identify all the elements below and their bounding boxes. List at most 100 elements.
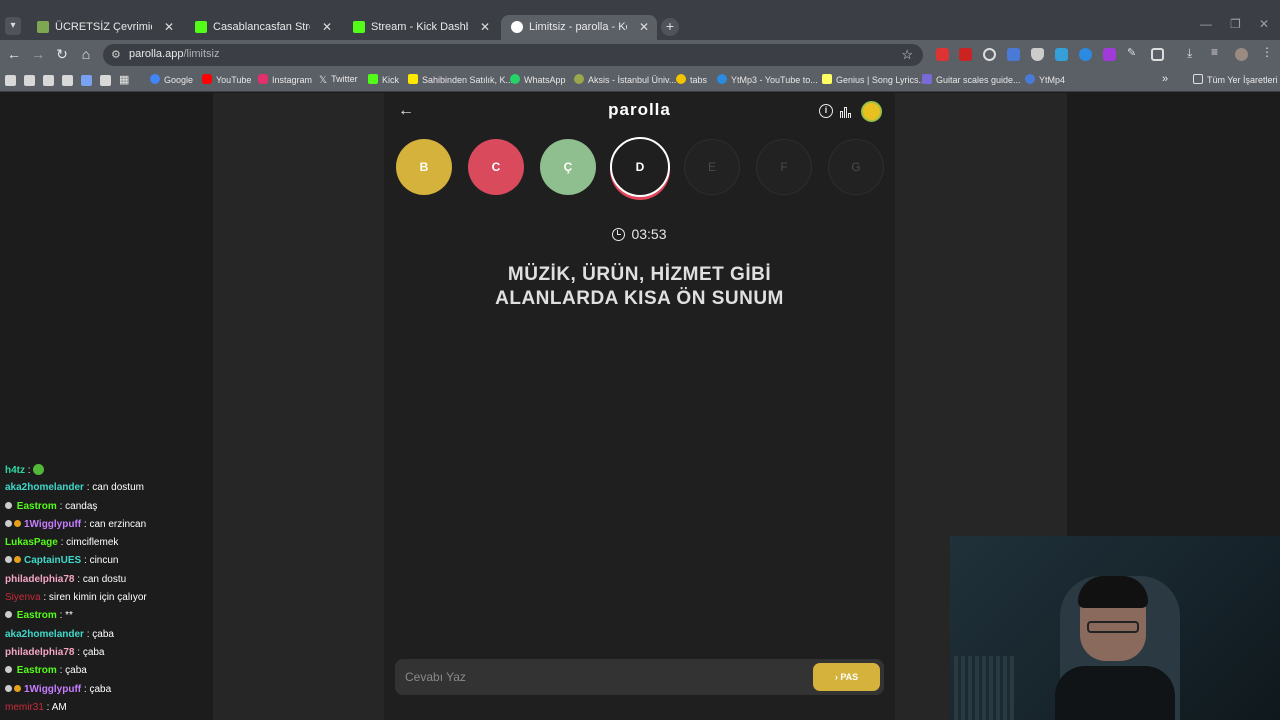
extension-icon[interactable]	[1103, 48, 1116, 61]
bookmark-folder-icon[interactable]	[24, 75, 35, 86]
pass-button[interactable]: › PAS	[813, 663, 880, 691]
browser-menu-icon[interactable]: ⋮	[1261, 45, 1274, 59]
close-icon[interactable]: ✕	[480, 15, 490, 39]
bookmark-ytmp3[interactable]: YtMp3 - YouTube to...	[717, 74, 818, 85]
close-icon[interactable]: ✕	[322, 15, 332, 39]
gift-badge-icon	[14, 519, 21, 527]
bookmark-sahibinden[interactable]: Sahibinden Satılık, K...	[408, 74, 513, 85]
bookmark-aksis[interactable]: Aksis - İstanbul Üniv...	[574, 74, 676, 85]
kick-icon	[368, 74, 378, 84]
browser-tab-strip: ▾ ÜCRETSİZ Çevrimiçi Satranç Oyu ✕ Casab…	[0, 0, 1280, 40]
bookmark-kick[interactable]: Kick	[368, 74, 399, 85]
question-text: MÜZİK, ÜRÜN, HİZMET GİBİ ALANLARDA KISA …	[495, 264, 784, 309]
bookmark-youtube[interactable]: YouTube	[202, 74, 251, 85]
x-logo-icon: 𝕏	[319, 75, 328, 86]
close-icon[interactable]: ✕	[639, 15, 649, 39]
streamer-glasses-shape	[1087, 621, 1139, 633]
close-icon[interactable]: ✕	[164, 15, 174, 39]
instagram-icon	[258, 74, 268, 84]
bookmark-star-icon[interactable]: ☆	[901, 47, 913, 63]
bookmark-instagram[interactable]: Instagram	[258, 74, 312, 85]
sub-badge-icon	[5, 556, 12, 564]
browser-tab-parolla[interactable]: Limitsiz - parolla - Kelime oyunu ✕	[501, 15, 657, 40]
chat-message: Eastrom : candaş	[5, 501, 215, 519]
chat-message: Eastrom : çaba	[5, 665, 215, 683]
tab-search-button[interactable]: ▾	[5, 17, 21, 35]
window-close-icon[interactable]: ✕	[1259, 17, 1269, 31]
browser-tab-casablancasfan[interactable]: Casablancasfan Stream - Watch ✕	[185, 15, 340, 40]
bookmark-folder-icon[interactable]	[43, 75, 54, 86]
bookmark-folder-icon[interactable]	[100, 75, 111, 86]
reload-icon[interactable]: ↻	[54, 46, 70, 63]
letter-circle-c: C	[468, 139, 524, 195]
url-text[interactable]: parolla.app/limitsiz	[129, 48, 220, 60]
extension-icon[interactable]	[959, 48, 972, 61]
back-icon[interactable]: ←	[6, 46, 22, 62]
info-icon[interactable]: i	[819, 104, 833, 118]
extension-icon[interactable]	[936, 48, 949, 61]
url-bar[interactable]: ⚙ parolla.app/limitsiz ☆	[103, 44, 923, 66]
google-icon	[150, 74, 160, 84]
bookmark-genius[interactable]: Genius | Song Lyrics...	[822, 74, 926, 85]
bookmark-whatsapp[interactable]: WhatsApp	[510, 74, 566, 85]
apps-grid-icon[interactable]: ▦	[119, 73, 129, 86]
genius-icon	[822, 74, 832, 84]
stream-chat: h4tz : aka2homelander : can dostum Eastr…	[5, 464, 215, 720]
download-icon[interactable]: ⤓	[1187, 46, 1200, 60]
bookmark-folder-icon[interactable]	[81, 75, 92, 86]
letter-circle-e: E	[684, 139, 740, 195]
browser-tab-kick-dashboard[interactable]: Stream - Kick Dashboard ✕	[343, 15, 498, 40]
shield-extension-icon[interactable]	[1031, 48, 1044, 61]
new-tab-button[interactable]: +	[661, 18, 679, 36]
user-avatar[interactable]	[861, 101, 882, 122]
extension-icon[interactable]	[1055, 48, 1068, 61]
folder-icon	[1193, 74, 1203, 84]
sub-badge-icon	[5, 684, 12, 692]
webcam-overlay	[950, 536, 1280, 720]
forward-icon[interactable]: →	[30, 46, 46, 62]
more-bookmarks-icon[interactable]: »	[1162, 73, 1168, 85]
letter-circle-f: F	[756, 139, 812, 195]
bookmark-folder-icon[interactable]	[62, 75, 73, 86]
media-queue-icon[interactable]: ≡	[1211, 45, 1224, 59]
radiator-shape	[954, 656, 1014, 720]
eyedropper-icon[interactable]: ✎	[1127, 46, 1140, 59]
address-toolbar: ← → ↻ ⌂ ⚙ parolla.app/limitsiz ☆ ✎ ⤓ ≡ ⋮	[0, 40, 1280, 70]
parolla-favicon-icon	[511, 21, 523, 33]
translate-extension-icon[interactable]	[1007, 48, 1020, 61]
extension-icon[interactable]	[1079, 48, 1092, 61]
chevron-right-icon: ›	[834, 672, 838, 682]
answer-input[interactable]	[395, 659, 795, 695]
minimize-icon[interactable]: —	[1200, 17, 1212, 31]
ytmp3-icon	[717, 74, 727, 84]
whatsapp-icon	[510, 74, 520, 84]
chat-message: 1Wigglypuff : can erzincan	[5, 519, 215, 537]
site-info-icon[interactable]: ⚙	[111, 48, 121, 61]
chat-message: Siyenva : siren kimin için çalıyor	[5, 592, 147, 604]
letter-circle-d-current: D	[610, 137, 670, 197]
bookmark-folder-icon[interactable]	[5, 75, 16, 86]
bookmark-tabs[interactable]: tabs	[676, 74, 707, 85]
search-extension-icon[interactable]	[983, 48, 996, 61]
chat-message: LukasPage : cimciflemek	[5, 537, 119, 549]
chat-message: philadelphia78 : can dostu	[5, 573, 127, 585]
profile-avatar-icon[interactable]	[1235, 48, 1248, 61]
all-bookmarks-folder[interactable]: Tüm Yer İşaretleri	[1193, 74, 1278, 85]
extensions-puzzle-icon[interactable]	[1151, 48, 1164, 61]
parolla-app: ← parolla i B C Ç D E F G 03:53 MÜZİK, Ü…	[384, 93, 895, 720]
letter-circle-b: B	[396, 139, 452, 195]
home-icon[interactable]: ⌂	[78, 46, 94, 62]
browser-tab-chess[interactable]: ÜCRETSİZ Çevrimiçi Satranç Oyu ✕	[27, 15, 182, 40]
youtube-icon	[202, 74, 212, 84]
streamer-hair-shape	[1078, 576, 1148, 608]
gift-badge-icon	[14, 684, 21, 692]
statistics-icon[interactable]	[840, 104, 854, 118]
maximize-icon[interactable]: ❐	[1230, 17, 1241, 31]
bookmark-twitter[interactable]: 𝕏 Twitter	[319, 74, 358, 86]
bookmark-guitar-scales[interactable]: Guitar scales guide...	[922, 74, 1021, 85]
chat-message: aka2homelander : çaba	[5, 628, 114, 640]
bookmark-ytmp4[interactable]: YtMp4	[1025, 74, 1065, 85]
bookmark-google[interactable]: Google	[150, 74, 193, 85]
sub-badge-icon	[5, 611, 12, 619]
chess-favicon-icon	[37, 21, 49, 33]
